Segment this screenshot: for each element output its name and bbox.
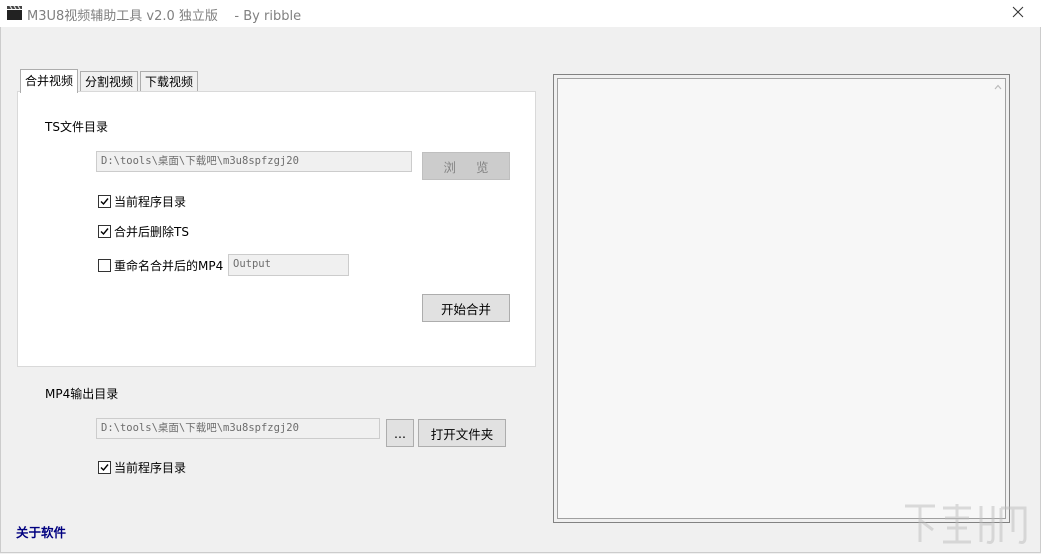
mp4-output-label: MP4输出目录	[45, 387, 119, 401]
choose-dir-button[interactable]: ...	[386, 419, 414, 447]
checkbox-box	[98, 461, 111, 474]
output-current-dir-checkbox[interactable]: 当前程序目录	[98, 459, 186, 476]
checkmark-icon	[100, 464, 109, 472]
checkmark-icon	[100, 228, 109, 236]
clapperboard-icon	[7, 5, 22, 20]
title-bar: M3U8视频辅助工具 v2.0 独立版 - By ribble	[0, 0, 1041, 28]
window-title: M3U8视频辅助工具 v2.0 独立版 - By ribble	[27, 9, 302, 24]
tab-split-video[interactable]: 分割视频	[80, 71, 139, 91]
close-button[interactable]	[995, 0, 1041, 27]
browse-button[interactable]: 浏 览	[422, 152, 510, 180]
open-folder-button[interactable]: 打开文件夹	[418, 419, 506, 447]
output-current-dir-label: 当前程序目录	[114, 461, 187, 475]
close-icon	[1012, 6, 1024, 21]
rename-output-input[interactable]: Output	[228, 254, 349, 276]
watermark-logo-icon	[905, 504, 1027, 544]
tab-merge-video[interactable]: 合并视频	[20, 69, 79, 93]
checkbox-box	[98, 225, 111, 238]
checkmark-icon	[100, 198, 109, 206]
checkbox-box	[98, 195, 111, 208]
start-merge-button[interactable]: 开始合并	[422, 294, 510, 322]
output-dir-input[interactable]: D:\tools\桌面\下载吧\m3u8spfzgj20	[96, 418, 380, 439]
rename-mp4-checkbox[interactable]: 重命名合并后的MP4	[98, 257, 223, 274]
delete-ts-label: 合并后删除TS	[114, 225, 189, 239]
checkbox-box	[98, 259, 111, 272]
log-output-inner	[557, 78, 1006, 519]
current-dir-checkbox[interactable]: 当前程序目录	[98, 193, 186, 210]
tab-download-video[interactable]: 下载视频	[140, 71, 199, 91]
delete-ts-checkbox[interactable]: 合并后删除TS	[98, 223, 189, 240]
current-dir-label: 当前程序目录	[114, 195, 187, 209]
about-software-link[interactable]: 关于软件	[16, 522, 66, 541]
scroll-up-arrow-icon[interactable]	[993, 81, 1003, 91]
log-output-area[interactable]	[553, 74, 1010, 523]
rename-mp4-label: 重命名合并后的MP4	[114, 259, 224, 273]
ts-dir-input[interactable]: D:\tools\桌面\下载吧\m3u8spfzgj20	[96, 151, 412, 172]
ts-dir-label: TS文件目录	[45, 120, 108, 134]
